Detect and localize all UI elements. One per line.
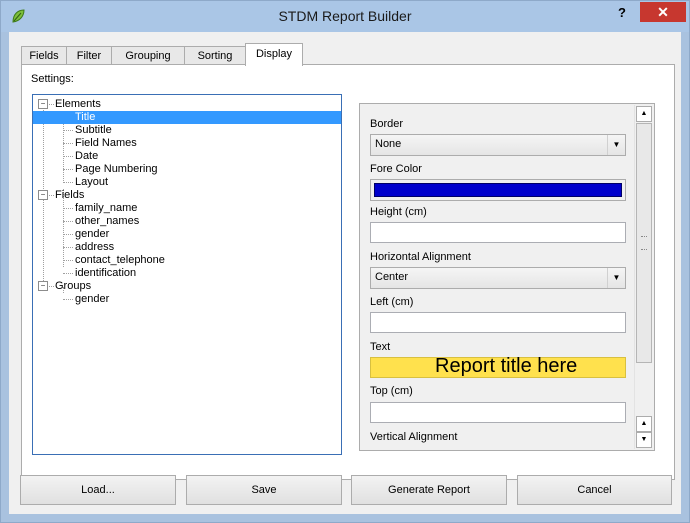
border-select[interactable]: None ▼ [370,134,626,156]
tab-display[interactable]: Display [245,43,303,66]
tree-branch [49,286,54,287]
tree-branch [63,156,73,157]
text-label: Text [370,341,391,353]
top-label: Top (cm) [370,385,413,397]
left-input[interactable] [370,312,626,333]
tree-row-selected[interactable]: Title [33,111,341,124]
tree-item-field-names[interactable]: Field Names [75,137,137,150]
report-builder-window: STDM Report Builder ? ✕ Fields Filter Gr… [0,0,690,523]
tree-node-elements[interactable]: Elements [55,98,101,111]
tree-item-contact-telephone[interactable]: contact_telephone [75,254,165,267]
height-input[interactable] [370,222,626,243]
tree-branch [63,273,73,274]
tree-item-date[interactable]: Date [75,150,98,163]
fore-color-label: Fore Color [370,163,422,175]
title-bar[interactable]: STDM Report Builder ? ✕ [1,1,689,32]
left-label: Left (cm) [370,296,414,308]
groups-expander[interactable]: − [38,281,48,291]
tree-branch [63,247,73,248]
tree-branch [63,143,73,144]
top-input[interactable] [370,402,626,423]
tree-branch [63,130,73,131]
tree-branch [63,169,73,170]
dialog-client-area: Fields Filter Grouping Sorting Display S… [9,32,681,514]
tree-branch [63,299,73,300]
properties-panel: Border None ▼ Fore Color Height (cm) Hor… [359,103,655,451]
tree-item-subtitle[interactable]: Subtitle [75,124,112,137]
settings-label: Settings: [31,73,74,85]
tab-grouping[interactable]: Grouping [111,46,185,65]
tree-item-family-name[interactable]: family_name [75,202,137,215]
tree-branch [49,195,54,196]
close-button[interactable]: ✕ [640,2,686,22]
horizontal-alignment-label: Horizontal Alignment [370,251,471,263]
tree-branch [63,234,73,235]
tab-sorting[interactable]: Sorting [184,46,246,65]
border-select-value: None [375,138,402,150]
tree-item-identification[interactable]: identification [75,267,136,280]
fore-color-swatch [374,183,622,197]
load-button[interactable]: Load... [20,475,176,505]
settings-tree[interactable]: − Elements Title Subtitle Field Names Da… [32,94,342,455]
tree-node-groups[interactable]: Groups [55,280,91,293]
properties-scrollbar[interactable]: ▲ ▲ ▼ [634,105,652,449]
grip-icon [641,236,647,250]
tree-item-group-gender[interactable]: gender [75,293,109,306]
horizontal-alignment-select[interactable]: Center ▼ [370,267,626,289]
scroll-down-button[interactable]: ▲ [636,416,652,432]
save-button[interactable]: Save [186,475,342,505]
cancel-button[interactable]: Cancel [517,475,672,505]
scroll-up-button[interactable]: ▲ [636,106,652,122]
elements-expander[interactable]: − [38,99,48,109]
height-label: Height (cm) [370,206,427,218]
tree-item-gender[interactable]: gender [75,228,109,241]
tree-item-other-names[interactable]: other_names [75,215,139,228]
fore-color-button[interactable] [370,179,626,201]
help-button[interactable]: ? [609,3,635,23]
tree-branch [63,260,73,261]
tree-item-title: Title [75,111,96,123]
tree-item-layout[interactable]: Layout [75,176,108,189]
tree-branch [63,208,73,209]
border-label: Border [370,118,404,130]
display-tab-panel: Settings: − Elements Title Subtitle Fiel… [21,64,675,480]
vertical-alignment-label: Vertical Alignment [370,431,458,443]
tree-branch [63,221,73,222]
scroll-down-button-2[interactable]: ▼ [636,432,652,448]
tab-fields[interactable]: Fields [21,46,67,65]
fields-expander[interactable]: − [38,190,48,200]
tree-item-address[interactable]: address [75,241,114,254]
chevron-down-icon: ▼ [607,135,625,155]
window-title: STDM Report Builder [278,8,412,24]
text-input-value: Report title here [435,355,578,377]
tree-branch [49,104,54,105]
scroll-thumb[interactable] [636,123,652,363]
text-input[interactable]: Report title here [370,355,626,378]
tree-node-fields[interactable]: Fields [55,189,84,202]
tree-item-page-numbering[interactable]: Page Numbering [75,163,158,176]
horizontal-alignment-value: Center [375,271,409,283]
tree-branch [63,182,73,183]
chevron-down-icon: ▼ [607,268,625,288]
tab-filter[interactable]: Filter [66,46,112,65]
generate-report-button[interactable]: Generate Report [351,475,507,505]
